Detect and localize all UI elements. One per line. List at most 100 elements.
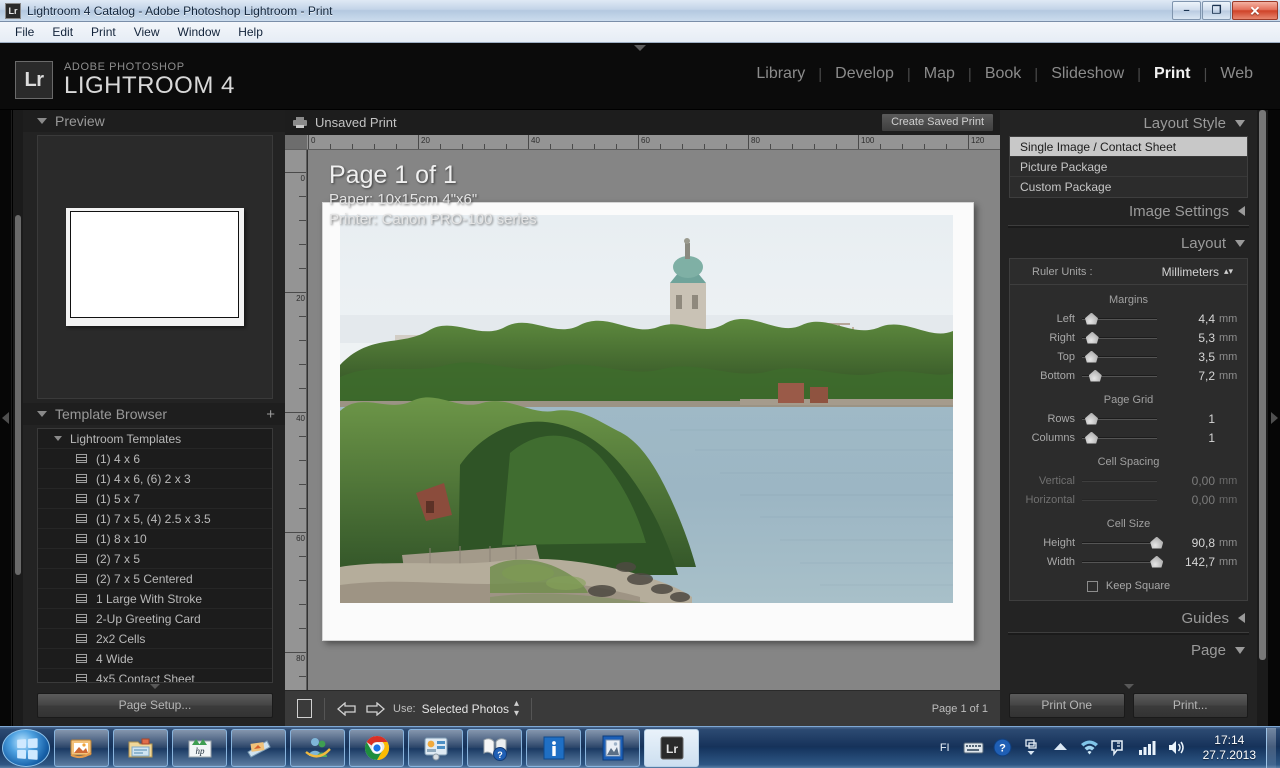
signal-icon[interactable]	[1137, 737, 1158, 758]
left-panel-collapse-icon[interactable]	[150, 684, 160, 689]
print-page-sheet[interactable]	[322, 202, 974, 641]
layout-style-custom-package[interactable]: Custom Package	[1010, 177, 1247, 197]
language-indicator[interactable]: FI	[940, 742, 950, 754]
taskbar-item-hp[interactable]: hp	[172, 728, 227, 767]
page-grid-rows-row[interactable]: Rows 1	[1010, 409, 1247, 428]
cell-width-row[interactable]: Width 142,7 mm	[1010, 552, 1247, 571]
page-header[interactable]: Page	[1000, 637, 1257, 663]
volume-icon[interactable]	[1166, 737, 1187, 758]
ruler-units-value[interactable]: Millimeters	[1162, 265, 1219, 279]
width-slider[interactable]	[1082, 555, 1164, 568]
print-button[interactable]: Print...	[1132, 693, 1248, 718]
module-map[interactable]: Map	[911, 65, 968, 83]
margin-top-row[interactable]: Top 3,5 mm	[1010, 347, 1247, 366]
vertical-ruler[interactable]: 0 20 40 60 80	[285, 150, 307, 726]
menu-item-edit[interactable]: Edit	[43, 23, 82, 41]
taskbar-item-explorer[interactable]	[113, 728, 168, 767]
module-print[interactable]: Print	[1141, 65, 1203, 83]
template-browser-header[interactable]: Template Browser +	[23, 403, 285, 425]
page-view-toggle[interactable]	[297, 699, 312, 718]
taskbar-item-chrome[interactable]	[349, 728, 404, 767]
taskbar-clock[interactable]: 17:14 27.7.2013	[1203, 733, 1256, 763]
ruler-units-stepper-icon[interactable]: ▴▾	[1224, 266, 1233, 277]
minimize-button[interactable]: –	[1172, 1, 1201, 20]
taskbar-item-help[interactable]: ?	[467, 728, 522, 767]
list-item[interactable]: (2) 7 x 5 Centered	[38, 569, 272, 589]
module-library[interactable]: Library	[743, 65, 818, 83]
create-saved-print-button[interactable]: Create Saved Print	[881, 113, 994, 132]
previous-page-button[interactable]	[337, 701, 357, 716]
horizontal-ruler[interactable]: 0 20 40 60 80 100 120	[285, 135, 1000, 150]
add-template-icon[interactable]: +	[266, 407, 275, 422]
layout-style-picture-package[interactable]: Picture Package	[1010, 157, 1247, 177]
columns-slider[interactable]	[1082, 431, 1157, 444]
rows-slider[interactable]	[1082, 412, 1157, 425]
menu-item-print[interactable]: Print	[82, 23, 125, 41]
taskbar-item-picture-viewer[interactable]	[585, 728, 640, 767]
margin-left-slider[interactable]	[1082, 312, 1157, 325]
menu-item-file[interactable]: File	[6, 23, 43, 41]
list-item[interactable]: 2x2 Cells	[38, 629, 272, 649]
print-canvas[interactable]: Page 1 of 1 Paper: 10x15cm 4"x6" Printer…	[308, 150, 1000, 690]
list-item[interactable]: 2-Up Greeting Card	[38, 609, 272, 629]
taskbar-item-messenger[interactable]	[290, 728, 345, 767]
page-grid-columns-row[interactable]: Columns 1	[1010, 428, 1247, 447]
module-web[interactable]: Web	[1207, 65, 1266, 83]
left-panel-scrollbar[interactable]	[13, 110, 23, 726]
keep-square-row[interactable]: Keep Square	[1010, 580, 1247, 592]
show-hidden-icons-icon[interactable]	[1021, 737, 1042, 758]
right-panel-collapse-icon[interactable]	[1123, 684, 1134, 689]
show-desktop-button[interactable]	[1266, 727, 1276, 768]
page-setup-button[interactable]: Page Setup...	[37, 693, 273, 718]
ruler-units-row[interactable]: Ruler Units : Millimeters ▴▾	[1010, 259, 1247, 285]
list-item[interactable]: 4x5 Contact Sheet	[38, 669, 272, 682]
wifi-icon[interactable]	[1079, 737, 1100, 758]
use-selector-value[interactable]: Selected Photos	[422, 702, 509, 716]
margin-left-row[interactable]: Left 4,4 mm	[1010, 309, 1247, 328]
taskbar-item-lightroom[interactable]: Lr	[644, 728, 699, 767]
layout-header[interactable]: Layout	[1000, 230, 1257, 256]
list-item[interactable]: (2) 7 x 5	[38, 549, 272, 569]
list-item[interactable]: (1) 4 x 6	[38, 449, 272, 469]
up-arrow-icon[interactable]	[1050, 737, 1071, 758]
template-group-lightroom[interactable]: Lightroom Templates	[38, 429, 272, 449]
margin-bottom-row[interactable]: Bottom 7,2 mm	[1010, 366, 1247, 385]
preview-panel-header[interactable]: Preview	[23, 110, 285, 132]
right-scrollbar-thumb[interactable]	[1259, 110, 1266, 660]
close-button[interactable]: ✕	[1232, 1, 1278, 20]
height-slider[interactable]	[1082, 536, 1164, 549]
list-item[interactable]: (1) 8 x 10	[38, 529, 272, 549]
module-slideshow[interactable]: Slideshow	[1038, 65, 1137, 83]
module-book[interactable]: Book	[972, 65, 1034, 83]
image-settings-header[interactable]: Image Settings	[1000, 198, 1257, 224]
menu-item-window[interactable]: Window	[169, 23, 230, 41]
identity-plate[interactable]: Lr ADOBE PHOTOSHOP LIGHTROOM 4	[15, 61, 235, 99]
print-one-button[interactable]: Print One	[1009, 693, 1125, 718]
cell-height-row[interactable]: Height 90,8 mm	[1010, 533, 1247, 552]
module-develop[interactable]: Develop	[822, 65, 907, 83]
list-item[interactable]: 4 Wide	[38, 649, 272, 669]
restore-button[interactable]: ❐	[1202, 1, 1231, 20]
layout-style-single-image[interactable]: Single Image / Contact Sheet	[1010, 137, 1247, 157]
left-panel-collapse-strip[interactable]	[0, 110, 12, 726]
start-button[interactable]	[2, 728, 50, 767]
margin-right-slider[interactable]	[1082, 331, 1157, 344]
taskbar-item-media[interactable]	[231, 728, 286, 767]
margin-right-row[interactable]: Right 5,3 mm	[1010, 328, 1247, 347]
keyboard-icon[interactable]	[963, 737, 984, 758]
guides-header[interactable]: Guides	[1000, 605, 1257, 631]
list-item[interactable]: (1) 5 x 7	[38, 489, 272, 509]
list-item[interactable]: (1) 7 x 5, (4) 2.5 x 3.5	[38, 509, 272, 529]
help-icon[interactable]: ?	[992, 737, 1013, 758]
taskbar-item-information[interactable]	[526, 728, 581, 767]
top-panel-collapse-icon[interactable]	[634, 45, 646, 51]
taskbar-item-photo-gallery[interactable]	[54, 728, 109, 767]
right-panel-scrollbar[interactable]	[1257, 110, 1268, 726]
menu-item-view[interactable]: View	[125, 23, 169, 41]
list-item[interactable]: (1) 4 x 6, (6) 2 x 3	[38, 469, 272, 489]
margin-bottom-slider[interactable]	[1082, 369, 1157, 382]
margin-top-slider[interactable]	[1082, 350, 1157, 363]
next-page-button[interactable]	[365, 701, 385, 716]
left-scrollbar-thumb[interactable]	[15, 215, 21, 575]
layout-style-header[interactable]: Layout Style	[1000, 110, 1257, 136]
